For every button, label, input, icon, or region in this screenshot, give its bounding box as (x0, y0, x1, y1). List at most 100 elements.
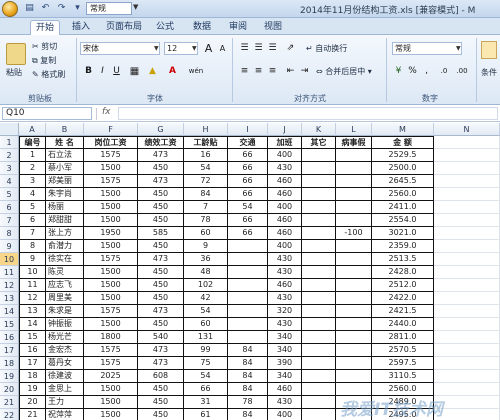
table-cell[interactable]: 2440.0 (372, 318, 434, 331)
row-header-21[interactable]: 21 (0, 396, 19, 409)
decrease-indent-icon[interactable]: ⇤ (284, 65, 297, 78)
table-cell[interactable] (434, 292, 500, 305)
format-painter-button[interactable]: ✎ 格式刷 (32, 69, 65, 80)
row-header-11[interactable]: 11 (0, 266, 19, 279)
row-header-22[interactable]: 22 (0, 409, 19, 420)
column-header-l[interactable]: L (336, 123, 372, 136)
table-cell[interactable]: 葛丹女 (46, 357, 84, 370)
table-cell[interactable]: 84 (228, 383, 268, 396)
row-header-4[interactable]: 4 (0, 175, 19, 188)
table-cell[interactable]: 4 (19, 188, 46, 201)
table-cell[interactable] (302, 318, 336, 331)
tab-home[interactable]: 开始 (30, 20, 60, 35)
table-cell[interactable] (302, 344, 336, 357)
table-cell[interactable]: 14 (19, 318, 46, 331)
table-cell[interactable]: 1500 (84, 396, 138, 409)
row-header-12[interactable]: 12 (0, 279, 19, 292)
table-cell[interactable]: 84 (184, 188, 228, 201)
align-top-icon[interactable]: ☰ (238, 42, 251, 55)
formula-input[interactable] (118, 107, 498, 120)
table-cell[interactable]: 84 (228, 344, 268, 357)
column-header-n[interactable]: N (434, 123, 500, 136)
table-cell[interactable] (302, 279, 336, 292)
table-cell[interactable]: 460 (268, 279, 302, 292)
table-cell[interactable]: 钟振振 (46, 318, 84, 331)
table-cell[interactable]: 朱宇尚 (46, 188, 84, 201)
table-cell[interactable]: 陈灵 (46, 266, 84, 279)
table-cell[interactable]: 460 (268, 175, 302, 188)
table-cell[interactable] (302, 331, 336, 344)
table-cell[interactable] (336, 240, 372, 253)
table-cell[interactable]: 450 (138, 188, 184, 201)
table-cell[interactable]: 1575 (84, 149, 138, 162)
table-cell[interactable]: 郑美丽 (46, 175, 84, 188)
table-cell[interactable]: 473 (138, 253, 184, 266)
table-cell[interactable] (336, 266, 372, 279)
table-cell[interactable]: 72 (184, 175, 228, 188)
table-cell[interactable]: 2025 (84, 370, 138, 383)
table-cell[interactable] (336, 331, 372, 344)
table-cell[interactable] (228, 305, 268, 318)
table-cell[interactable]: 金思上 (46, 383, 84, 396)
table-cell[interactable]: 2560.0 (372, 188, 434, 201)
table-cell[interactable]: 473 (138, 305, 184, 318)
table-cell[interactable] (302, 175, 336, 188)
table-cell[interactable]: 2529.5 (372, 149, 434, 162)
table-cell[interactable]: 2428.0 (372, 266, 434, 279)
table-cell[interactable]: 75 (184, 357, 228, 370)
table-header-cell[interactable]: 其它 (302, 136, 336, 149)
conditional-format-icon[interactable] (481, 41, 497, 59)
italic-button[interactable]: I (96, 65, 109, 78)
undo-icon[interactable]: ↶ (40, 3, 51, 14)
table-cell[interactable]: 3110.5 (372, 370, 434, 383)
table-cell[interactable]: 1500 (84, 162, 138, 175)
table-cell[interactable]: 1500 (84, 266, 138, 279)
table-cell[interactable]: 66 (228, 162, 268, 175)
table-cell[interactable] (336, 305, 372, 318)
table-cell[interactable]: 450 (138, 292, 184, 305)
align-bottom-icon[interactable]: ☰ (266, 42, 279, 55)
table-cell[interactable] (302, 227, 336, 240)
table-cell[interactable]: 1500 (84, 383, 138, 396)
table-cell[interactable]: 450 (138, 240, 184, 253)
table-cell[interactable] (336, 370, 372, 383)
row-header-17[interactable]: 17 (0, 344, 19, 357)
table-cell[interactable] (336, 253, 372, 266)
table-cell[interactable]: 131 (184, 331, 228, 344)
table-cell[interactable]: 1500 (84, 279, 138, 292)
table-cell[interactable]: 杨光芒 (46, 331, 84, 344)
table-cell[interactable]: 473 (138, 357, 184, 370)
table-cell[interactable]: 450 (138, 162, 184, 175)
phonetic-button[interactable]: wén (184, 65, 208, 78)
table-cell[interactable] (302, 201, 336, 214)
table-cell[interactable] (302, 409, 336, 420)
tab-formulas[interactable]: 公式 (152, 20, 178, 35)
table-cell[interactable]: 20 (19, 396, 46, 409)
table-cell[interactable] (302, 305, 336, 318)
table-cell[interactable] (302, 370, 336, 383)
table-cell[interactable]: 2645.5 (372, 175, 434, 188)
table-cell[interactable]: 8 (19, 240, 46, 253)
table-cell[interactable] (434, 331, 500, 344)
align-middle-icon[interactable]: ☰ (252, 42, 265, 55)
table-cell[interactable]: 608 (138, 370, 184, 383)
table-cell[interactable] (434, 162, 500, 175)
table-cell[interactable]: 9 (19, 253, 46, 266)
table-cell[interactable] (336, 279, 372, 292)
table-cell[interactable]: 102 (184, 279, 228, 292)
table-cell[interactable]: 16 (19, 344, 46, 357)
table-cell[interactable]: 1500 (84, 214, 138, 227)
table-cell[interactable]: 10 (19, 266, 46, 279)
table-cell[interactable]: 2513.5 (372, 253, 434, 266)
table-cell[interactable]: 61 (184, 409, 228, 420)
table-cell[interactable]: 400 (268, 149, 302, 162)
row-header-8[interactable]: 8 (0, 227, 19, 240)
table-cell[interactable]: 66 (228, 214, 268, 227)
shrink-font-button[interactable]: A (216, 42, 229, 55)
table-cell[interactable]: 450 (138, 279, 184, 292)
table-cell[interactable]: 2512.0 (372, 279, 434, 292)
table-cell[interactable] (434, 305, 500, 318)
column-header-m[interactable]: M (372, 123, 434, 136)
table-cell[interactable]: 60 (184, 318, 228, 331)
table-cell[interactable] (434, 409, 500, 420)
